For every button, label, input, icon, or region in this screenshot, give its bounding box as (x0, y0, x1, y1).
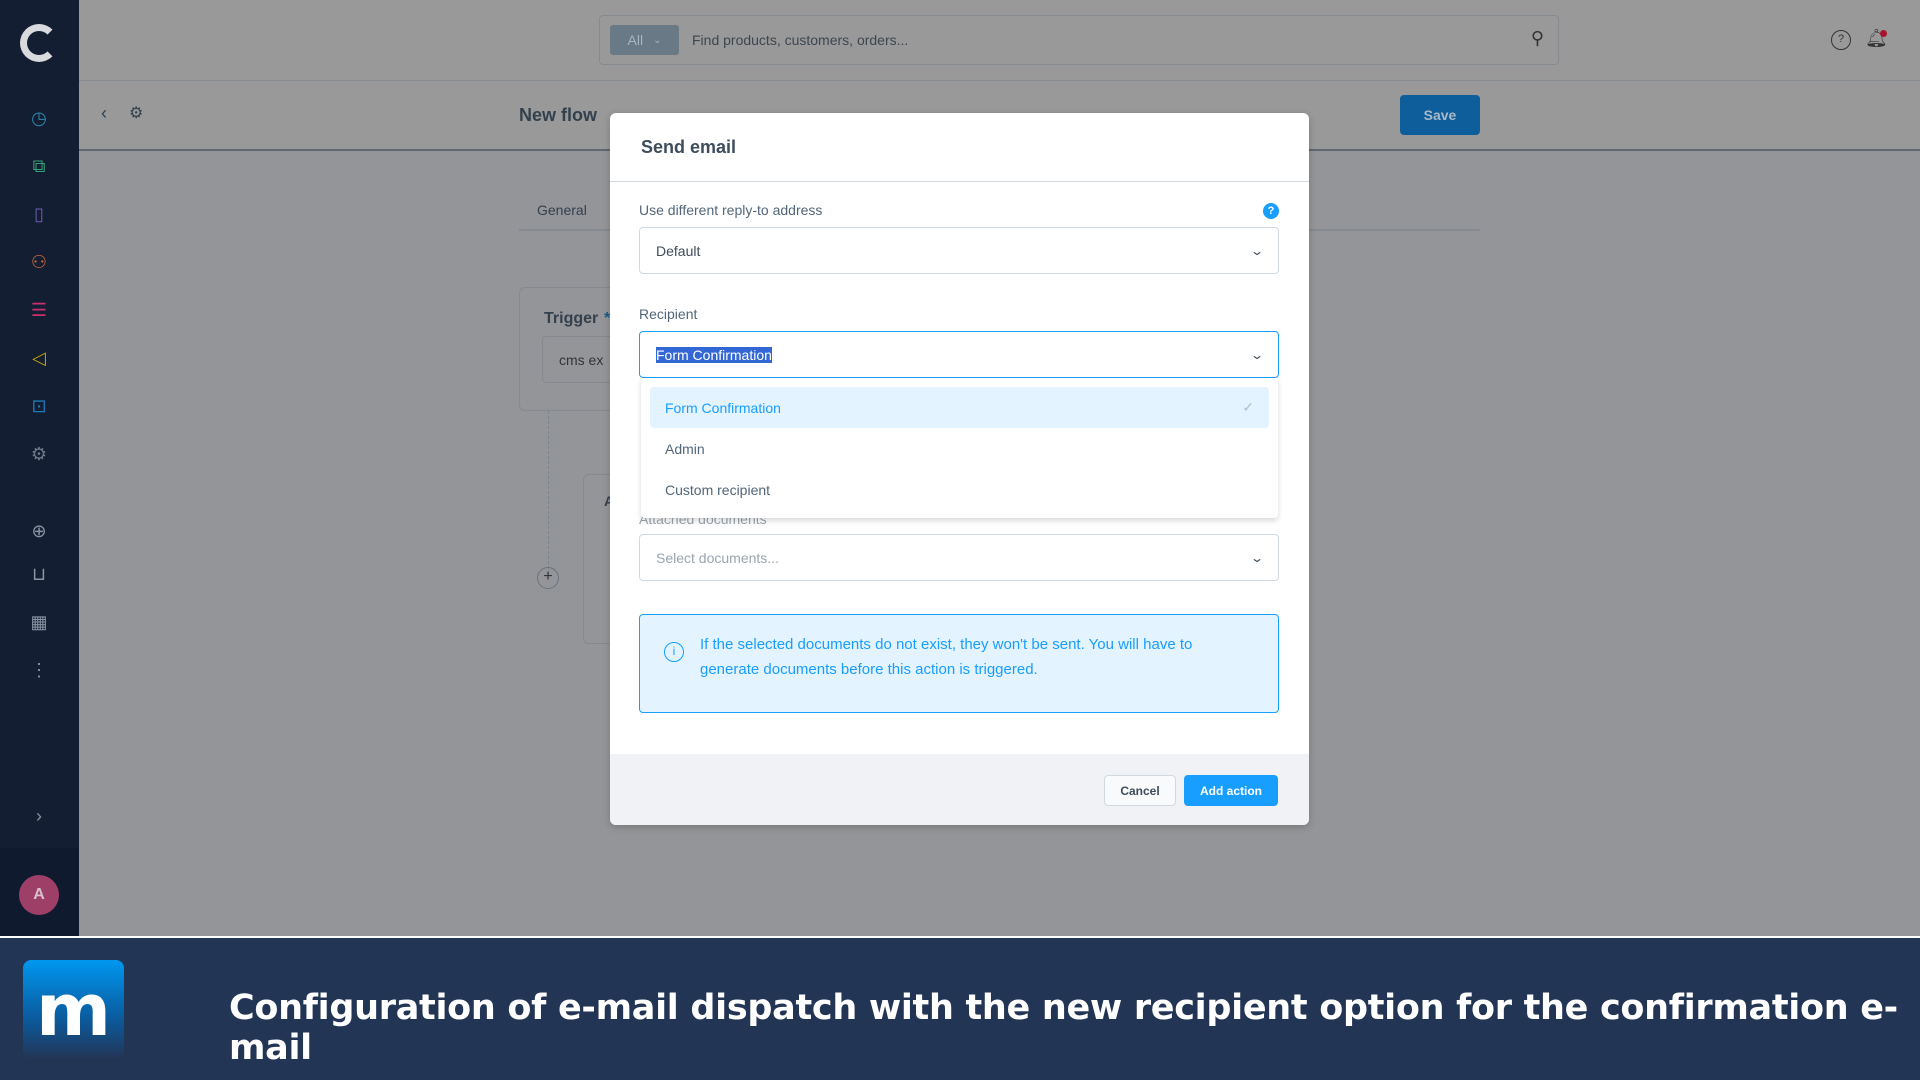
avatar[interactable]: A (19, 875, 59, 915)
search-icon[interactable]: ⚲ (1531, 28, 1544, 49)
attached-documents-placeholder: Select documents... (656, 549, 779, 566)
marketing-icon[interactable]: ◁ (27, 346, 51, 370)
search-input[interactable]: Find products, customers, orders... (692, 32, 908, 48)
chevron-down-icon: ⌄ (653, 34, 662, 46)
caption-banner: m Configuration of e-mail dispatch with … (0, 936, 1920, 1080)
content-icon[interactable]: ☰ (27, 298, 51, 322)
caption-text: Configuration of e-mail dispatch with th… (229, 988, 1898, 1068)
orders-icon[interactable]: ▯ (27, 202, 51, 226)
search-bar[interactable]: All ⌄ Find products, customers, orders...… (599, 15, 1559, 65)
settings-icon[interactable]: ⚙ (129, 103, 143, 123)
reply-to-value: Default (656, 242, 701, 259)
top-bar: All ⌄ Find products, customers, orders...… (79, 0, 1920, 81)
reply-to-label: Use different reply-to address (639, 202, 823, 218)
sidebar: ◷ ⧉ ▯ ⚇ ☰ ◁ ⊡ ⚙ ⊕ ⊔ ▦ ⋮ › A (0, 0, 79, 937)
add-action-button[interactable]: Add action (1184, 775, 1278, 806)
search-filter-select[interactable]: All ⌄ (610, 25, 679, 55)
notification-badge (1880, 30, 1887, 37)
recipient-label: Recipient (639, 306, 698, 322)
send-email-modal: Send email Use different reply-to addres… (610, 113, 1309, 825)
option-label: Admin (665, 440, 705, 457)
option-label: Custom recipient (665, 481, 771, 498)
help-icon[interactable]: ? (1831, 30, 1851, 50)
modal-footer: Cancel Add action (610, 754, 1309, 825)
option-form-confirmation[interactable]: Form Confirmation ✓ (650, 387, 1269, 428)
dashboard-icon[interactable]: ◷ (27, 106, 51, 130)
expand-sidebar-icon[interactable]: › (27, 804, 51, 828)
modal-title: Send email (610, 113, 1309, 182)
option-custom-recipient[interactable]: Custom recipient (650, 469, 1269, 510)
basket-icon[interactable]: ⊔ (27, 562, 51, 586)
add-step-icon[interactable]: + (537, 567, 559, 589)
check-icon: ✓ (1242, 399, 1254, 415)
more-icon[interactable]: ⋮ (27, 658, 51, 682)
recipient-value: Form Confirmation (656, 346, 772, 363)
info-alert: i If the selected documents do not exist… (639, 614, 1279, 713)
connector-line (548, 411, 549, 574)
brand-logo: m (23, 960, 124, 1059)
chevron-down-icon: ⌄ (1249, 347, 1265, 362)
attached-documents-select[interactable]: Select documents... ⌄ (639, 534, 1279, 581)
catalogue-icon[interactable]: ⧉ (27, 154, 51, 178)
chevron-down-icon: ⌄ (1249, 243, 1265, 258)
tab-general[interactable]: General (537, 202, 587, 218)
back-icon[interactable]: ‹ (101, 103, 107, 124)
recipient-select[interactable]: Form Confirmation ⌄ (639, 331, 1279, 378)
page-title: New flow (519, 105, 598, 125)
settings-icon[interactable]: ⚙ (27, 442, 51, 466)
search-filter-label: All (627, 32, 644, 48)
shopware-logo[interactable] (20, 24, 58, 62)
customers-icon[interactable]: ⚇ (27, 250, 51, 274)
chevron-down-icon: ⌄ (1249, 550, 1265, 565)
recipient-dropdown: Form Confirmation ✓ Admin Custom recipien… (641, 378, 1278, 518)
reply-to-select[interactable]: Default ⌄ (639, 227, 1279, 274)
extensions-icon[interactable]: ⊡ (27, 394, 51, 418)
store-icon[interactable]: ▦ (27, 610, 51, 634)
option-label: Form Confirmation (665, 399, 781, 416)
add-icon[interactable]: ⊕ (27, 519, 51, 543)
help-icon[interactable]: ? (1263, 203, 1279, 219)
save-button[interactable]: Save (1400, 95, 1480, 135)
info-icon: i (664, 642, 684, 662)
trigger-label: Trigger (544, 310, 599, 327)
cancel-button[interactable]: Cancel (1104, 775, 1176, 806)
info-text: If the selected documents do not exist, … (700, 636, 1193, 678)
option-admin[interactable]: Admin (650, 428, 1269, 469)
